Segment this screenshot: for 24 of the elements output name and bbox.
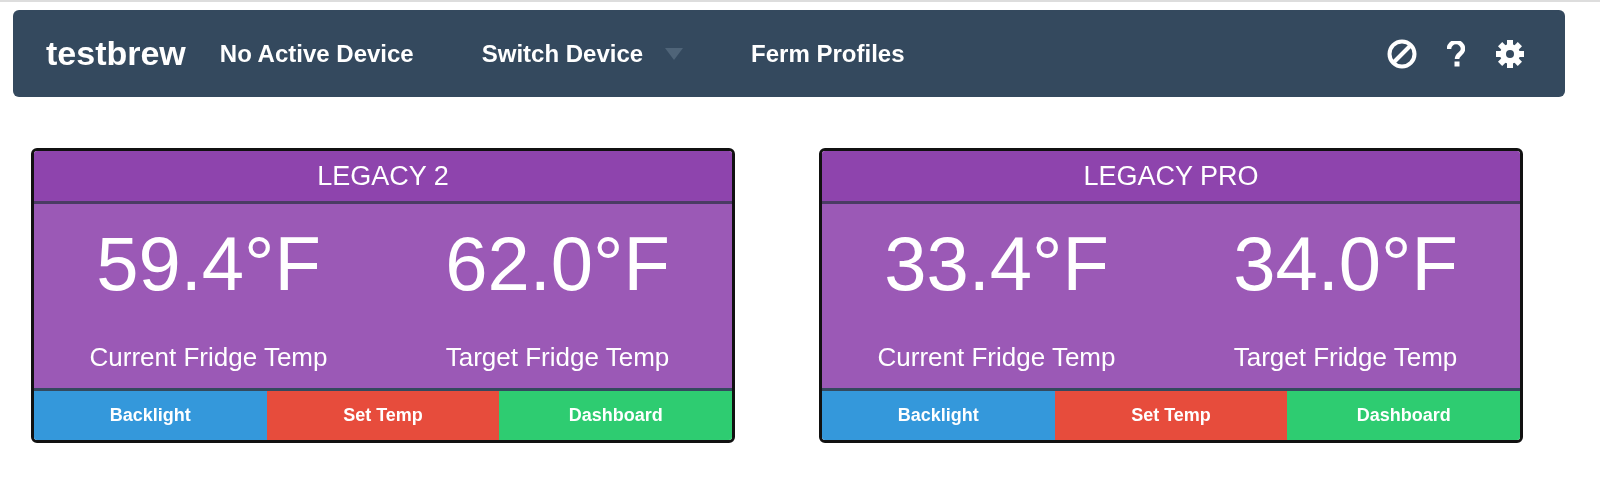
action-button[interactable]: Set Temp xyxy=(1054,391,1288,440)
action-button[interactable]: Backlight xyxy=(822,391,1055,440)
nav-dropdown[interactable]: Switch Device xyxy=(481,39,684,68)
device-name: LEGACY 2 xyxy=(34,151,732,204)
action-button[interactable]: Dashboard xyxy=(1287,391,1520,440)
temperature-value: 62.0°F xyxy=(445,226,670,302)
temperature-label: Current Fridge Temp xyxy=(89,342,328,373)
temperature-value: 33.4°F xyxy=(884,226,1109,302)
caret-icon xyxy=(665,47,684,60)
device-name: LEGACY PRO xyxy=(822,151,1520,204)
action-button[interactable]: Dashboard xyxy=(499,391,732,440)
brand-name[interactable]: testbrew xyxy=(46,34,186,73)
help-icon[interactable] xyxy=(1447,40,1465,67)
prohibited-icon[interactable] xyxy=(1387,38,1417,69)
temperature-value: 59.4°F xyxy=(96,226,321,302)
temperature-label: Target Fridge Temp xyxy=(445,342,670,373)
temperature-value: 34.0°F xyxy=(1233,226,1458,302)
nav-link[interactable]: Ferm Profiles xyxy=(751,39,905,68)
action-button[interactable]: Set Temp xyxy=(266,391,500,440)
action-button[interactable]: Backlight xyxy=(34,391,267,440)
nav-link[interactable]: No Active Device xyxy=(219,39,414,68)
settings-icon[interactable] xyxy=(1495,38,1525,69)
temperature-label: Current Fridge Temp xyxy=(877,342,1116,373)
temperature-label: Target Fridge Temp xyxy=(1233,342,1458,373)
